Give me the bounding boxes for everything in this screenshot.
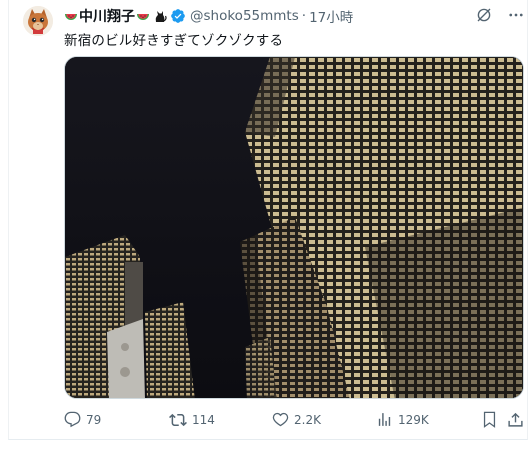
share-icon	[508, 412, 523, 427]
display-name[interactable]: 中川翔子	[79, 6, 135, 26]
share-button[interactable]	[507, 411, 524, 428]
tweet-header: 中川翔子 @shoko55mmts · 17小時	[64, 5, 353, 27]
grok-icon[interactable]	[475, 6, 493, 24]
header-actions	[475, 6, 525, 24]
separator-dot: ·	[301, 8, 307, 24]
user-handle[interactable]: @shoko55mmts	[190, 8, 299, 24]
retweet-count: 114	[192, 413, 215, 427]
views-count: 129K	[398, 412, 429, 427]
tweet-text: 新宿のビル好きすぎてゾクゾクする	[64, 33, 284, 49]
watermelon-emoji-icon	[65, 14, 77, 20]
screenshot-frame: 中川翔子 @shoko55mmts · 17小時 新宿のビル好きすぎてゾクゾクす…	[0, 0, 532, 450]
timestamp[interactable]: 17小時	[309, 6, 353, 26]
reply-icon	[64, 411, 81, 428]
tweet-card[interactable]: 中川翔子 @shoko55mmts · 17小時 新宿のビル好きすぎてゾクゾクす…	[8, 0, 528, 440]
retweet-icon	[169, 413, 187, 427]
like-icon	[272, 412, 289, 427]
watermelon-emoji-icon	[137, 14, 149, 20]
reply-count: 79	[86, 412, 102, 427]
cat-avatar-image	[23, 6, 53, 36]
retweet-button[interactable]: 114	[169, 411, 215, 429]
tweet-photo[interactable]	[64, 56, 524, 399]
action-bar: 79 114 2.2K 129K	[64, 411, 524, 433]
views-button[interactable]: 129K	[376, 411, 429, 428]
reply-button[interactable]: 79	[64, 411, 101, 428]
views-icon	[378, 413, 391, 426]
more-icon[interactable]	[507, 6, 525, 24]
black-cat-emoji-icon	[155, 11, 167, 22]
verified-badge-icon	[171, 9, 185, 23]
like-count: 2.2K	[294, 412, 321, 427]
bookmark-icon	[483, 411, 496, 428]
like-button[interactable]: 2.2K	[272, 411, 321, 428]
avatar[interactable]	[23, 6, 53, 36]
night-buildings-photo	[65, 57, 523, 398]
bookmark-button[interactable]	[481, 411, 498, 428]
